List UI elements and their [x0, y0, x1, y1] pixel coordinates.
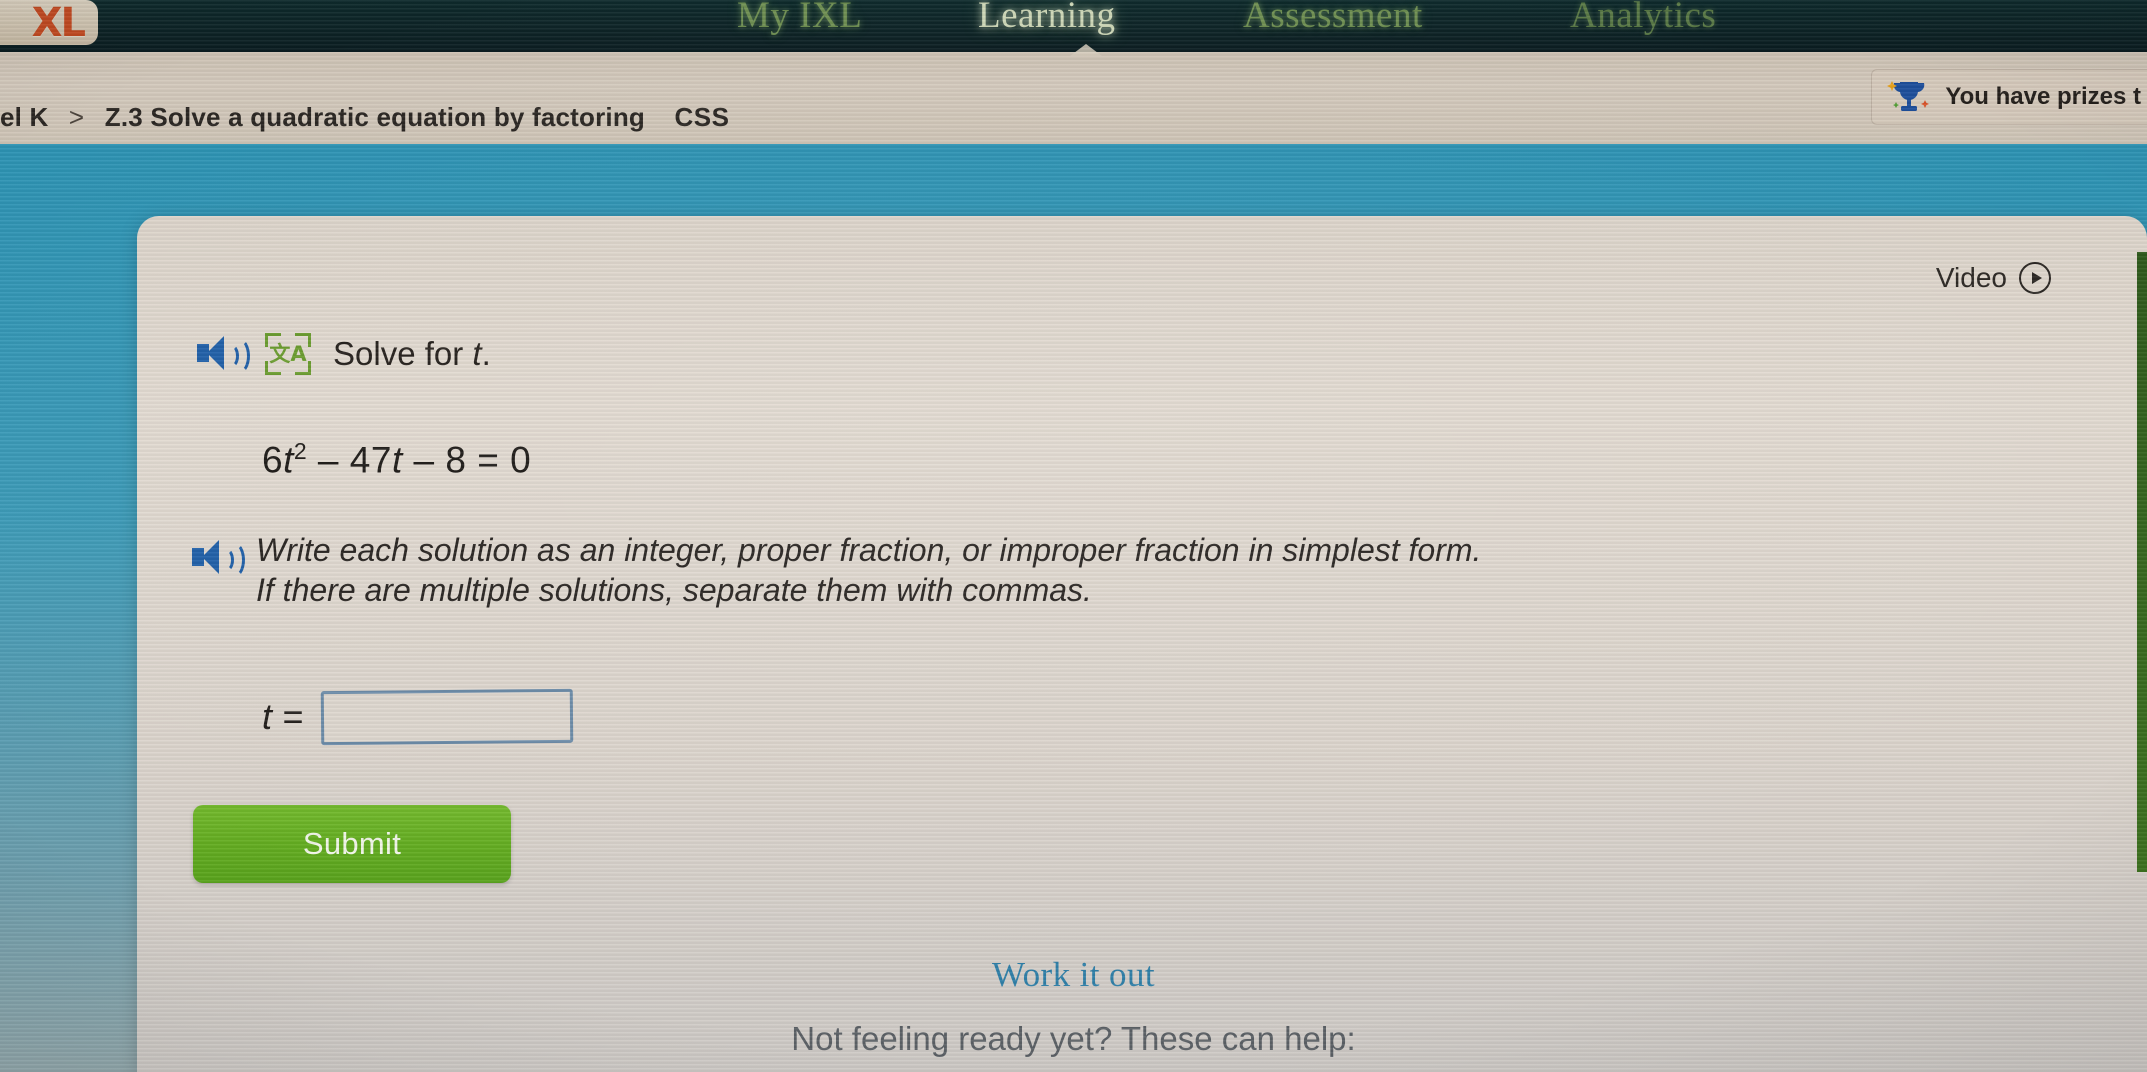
nav-item-assessment[interactable]: Assessment	[1243, 0, 1423, 37]
video-link[interactable]: Video	[1936, 262, 2051, 294]
answer-row: t =	[262, 688, 574, 746]
play-circle-icon[interactable]	[2019, 262, 2051, 294]
prizes-label: You have prizes t	[1945, 83, 2141, 110]
speaker-icon[interactable]	[197, 334, 250, 374]
prompt-lead: Solve for	[333, 335, 473, 372]
equation-variable: t	[283, 439, 294, 481]
prompt-variable: t	[472, 335, 482, 372]
breadcrumb-separator-icon: >	[68, 102, 85, 132]
prompt-row: 文A Solve for t.	[197, 333, 491, 375]
translate-glyph: 文A	[269, 341, 307, 366]
instructions-line-2: If there are multiple solutions, separat…	[256, 572, 1092, 609]
ixl-logo-text: XL	[31, 0, 86, 45]
equation-exponent: 2	[293, 438, 308, 464]
prizes-banner[interactable]: You have prizes t	[1871, 69, 2147, 125]
nav-item-learning[interactable]: Learning	[978, 0, 1116, 37]
equation-term3: – 8 = 0	[402, 439, 532, 481]
equation: 6t2 – 47t – 8 = 0	[262, 438, 531, 481]
ready-help-text: Not feeling ready yet? These can help:	[791, 1020, 1356, 1057]
trophy-icon	[1887, 76, 1933, 118]
submit-button[interactable]: Submit	[193, 805, 511, 883]
equation-variable2: t	[391, 439, 403, 481]
equation-term2: – 47	[307, 439, 392, 481]
breadcrumb-skill: Z.3 Solve a quadratic equation by factor…	[104, 102, 646, 132]
breadcrumb-bar: el K > Z.3 Solve a quadratic equation by…	[0, 52, 2147, 144]
instructions-line-1: Write each solution as an integer, prope…	[256, 532, 1482, 568]
equation-coefficient: 6	[262, 439, 284, 481]
instructions-row: Write each solution as an integer, prope…	[192, 530, 2147, 611]
nav-item-my-ixl[interactable]: My IXL	[737, 0, 862, 37]
breadcrumb-level[interactable]: el K	[0, 102, 48, 132]
translate-icon[interactable]: 文A	[265, 333, 311, 375]
work-it-out-link[interactable]: Work it out	[0, 955, 2147, 995]
breadcrumb-skill-code: CSS	[674, 102, 730, 132]
active-tab-pointer-icon	[1070, 44, 1102, 56]
instructions-text: Write each solution as an integer, prope…	[256, 530, 2147, 611]
answer-input[interactable]	[320, 688, 574, 746]
video-label: Video	[1935, 262, 2007, 293]
prompt-period: .	[481, 335, 491, 372]
ixl-logo-icon[interactable]: XL	[0, 0, 98, 45]
breadcrumb: el K > Z.3 Solve a quadratic equation by…	[0, 102, 729, 133]
answer-label: t =	[262, 696, 304, 737]
screen-photo: XL My IXL Learning Assessment Analytics …	[0, 0, 2147, 1072]
speaker-icon[interactable]	[192, 538, 245, 578]
top-navigation-bar: XL My IXL Learning Assessment Analytics	[0, 0, 2147, 56]
nav-item-analytics[interactable]: Analytics	[1570, 0, 1716, 37]
question-prompt: Solve for t.	[333, 335, 491, 373]
